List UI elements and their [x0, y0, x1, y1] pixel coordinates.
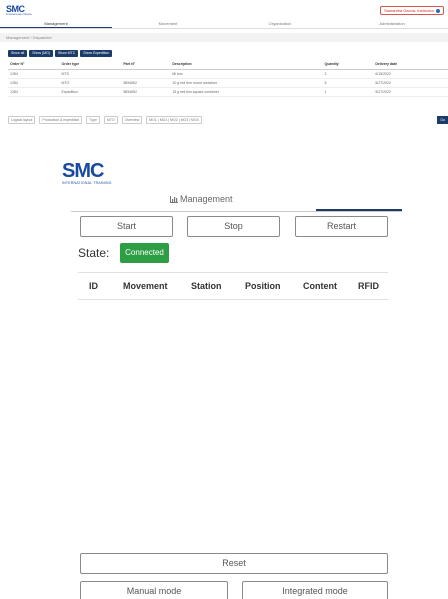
cell: 10 g red tinn round container	[170, 78, 323, 88]
overview-value[interactable]: MO1 | MO1 | MO2 | MO3 | MO3	[146, 116, 202, 124]
chart-icon	[170, 195, 178, 203]
col-order: Order N°	[8, 60, 60, 70]
logo-subtext: INTERNATIONAL TRAINING	[62, 181, 112, 185]
tab-organization[interactable]: Organization	[224, 20, 336, 28]
col-quantity: Quantity	[322, 60, 374, 70]
table-row[interactable]: 1284 Expedition 5894652 15 g red tinn sq…	[8, 87, 448, 97]
show-mo-button[interactable]: Show (MO)	[29, 50, 53, 57]
col-station: Station	[191, 281, 222, 291]
col-delivery: Delivery date	[373, 60, 448, 70]
start-button[interactable]: Start	[80, 216, 173, 237]
cell: 1284	[8, 69, 60, 79]
filter-buttons: Show all Show (MO) Show MTC Show Expedit…	[8, 50, 113, 57]
integrated-mode-button[interactable]: Integrated mode	[242, 581, 388, 599]
overview-label: Overview	[121, 116, 143, 124]
col-order-type: Order type	[59, 60, 122, 70]
cell: 1	[322, 87, 374, 97]
cell: 5/27/2022	[373, 87, 448, 97]
user-chip[interactable]: Samantha Garcia, Instructor	[379, 6, 444, 15]
tab-management[interactable]: Management	[170, 194, 233, 204]
background-app-screenshot: SMC INTERNATIONAL TRAINING Samantha Garc…	[0, 0, 448, 130]
go-button[interactable]: Go	[437, 116, 448, 124]
col-description: Description	[170, 60, 323, 70]
cell: 5894652	[121, 78, 171, 88]
tab-indicator	[316, 209, 402, 211]
user-name: Samantha Garcia, Instructor	[383, 8, 434, 13]
cell: 5	[322, 78, 374, 88]
logo-text: SMC	[6, 4, 25, 14]
col-part: Part N°	[121, 60, 171, 70]
tab-management[interactable]: Management	[0, 20, 112, 28]
filter-bar: Logical layout Production & expedition T…	[8, 116, 448, 124]
smc-logo: SMC INTERNATIONAL TRAINING	[62, 161, 122, 187]
manual-mode-button[interactable]: Manual mode	[80, 581, 228, 599]
cell	[121, 69, 171, 79]
col-rfid: RFID	[358, 281, 379, 291]
cell: 2	[322, 69, 374, 79]
cell: 6/15/2022	[373, 69, 448, 79]
cell: Mi box	[170, 69, 323, 79]
logical-layout-chip[interactable]: Logical layout	[8, 116, 36, 124]
type-label: Type	[86, 116, 100, 124]
main-tabs: Management	[71, 192, 402, 212]
stop-button[interactable]: Stop	[187, 216, 280, 237]
cell: 1284	[8, 78, 60, 88]
logo-subtext: INTERNATIONAL TRAINING	[6, 14, 32, 16]
state-badge: Connected	[120, 243, 169, 263]
cell: 15 g red tinn square container	[170, 87, 323, 97]
movements-table-header: ID Movement Station Position Content RFI…	[78, 272, 388, 300]
user-icon	[436, 8, 440, 13]
show-expedition-button[interactable]: Show Expedition	[80, 50, 113, 57]
table-row[interactable]: 1284 MTO 5894652 10 g red tinn round con…	[8, 78, 448, 88]
orders-table: Order N° Order type Part N° Description …	[8, 60, 448, 97]
col-content: Content	[303, 281, 337, 291]
top-tabs: Management Movement Organization Adminis…	[0, 20, 448, 29]
smc-logo-small: SMC INTERNATIONAL TRAINING	[6, 4, 36, 18]
reset-button[interactable]: Reset	[80, 553, 388, 574]
tab-management-label: Management	[180, 194, 233, 204]
show-all-button[interactable]: Show all	[8, 50, 28, 57]
tab-administration[interactable]: Administration	[336, 20, 448, 28]
restart-button[interactable]: Restart	[295, 216, 388, 237]
cell: 5894652	[121, 87, 171, 97]
type-select[interactable]: MTO	[103, 116, 118, 124]
col-id: ID	[89, 281, 98, 291]
cell: 1284	[8, 87, 60, 97]
cell: 5/27/2022	[373, 78, 448, 88]
col-movement: Movement	[123, 281, 168, 291]
cell: MTO	[59, 78, 122, 88]
breadcrumb: Management / Dispatcher	[0, 33, 448, 42]
show-mtc-button[interactable]: Show MTC	[54, 50, 79, 57]
logo-text: SMC	[62, 160, 104, 182]
cell: MTS	[59, 69, 122, 79]
process-select[interactable]: Production & expedition	[39, 116, 83, 124]
state-label: State:	[78, 246, 110, 260]
cell: Expedition	[59, 87, 122, 97]
tab-movement[interactable]: Movement	[112, 20, 224, 28]
col-position: Position	[245, 281, 281, 291]
table-header-row: Order N° Order type Part N° Description …	[8, 60, 448, 70]
table-row[interactable]: 1284 MTS Mi box 2 6/15/2022	[8, 69, 448, 79]
